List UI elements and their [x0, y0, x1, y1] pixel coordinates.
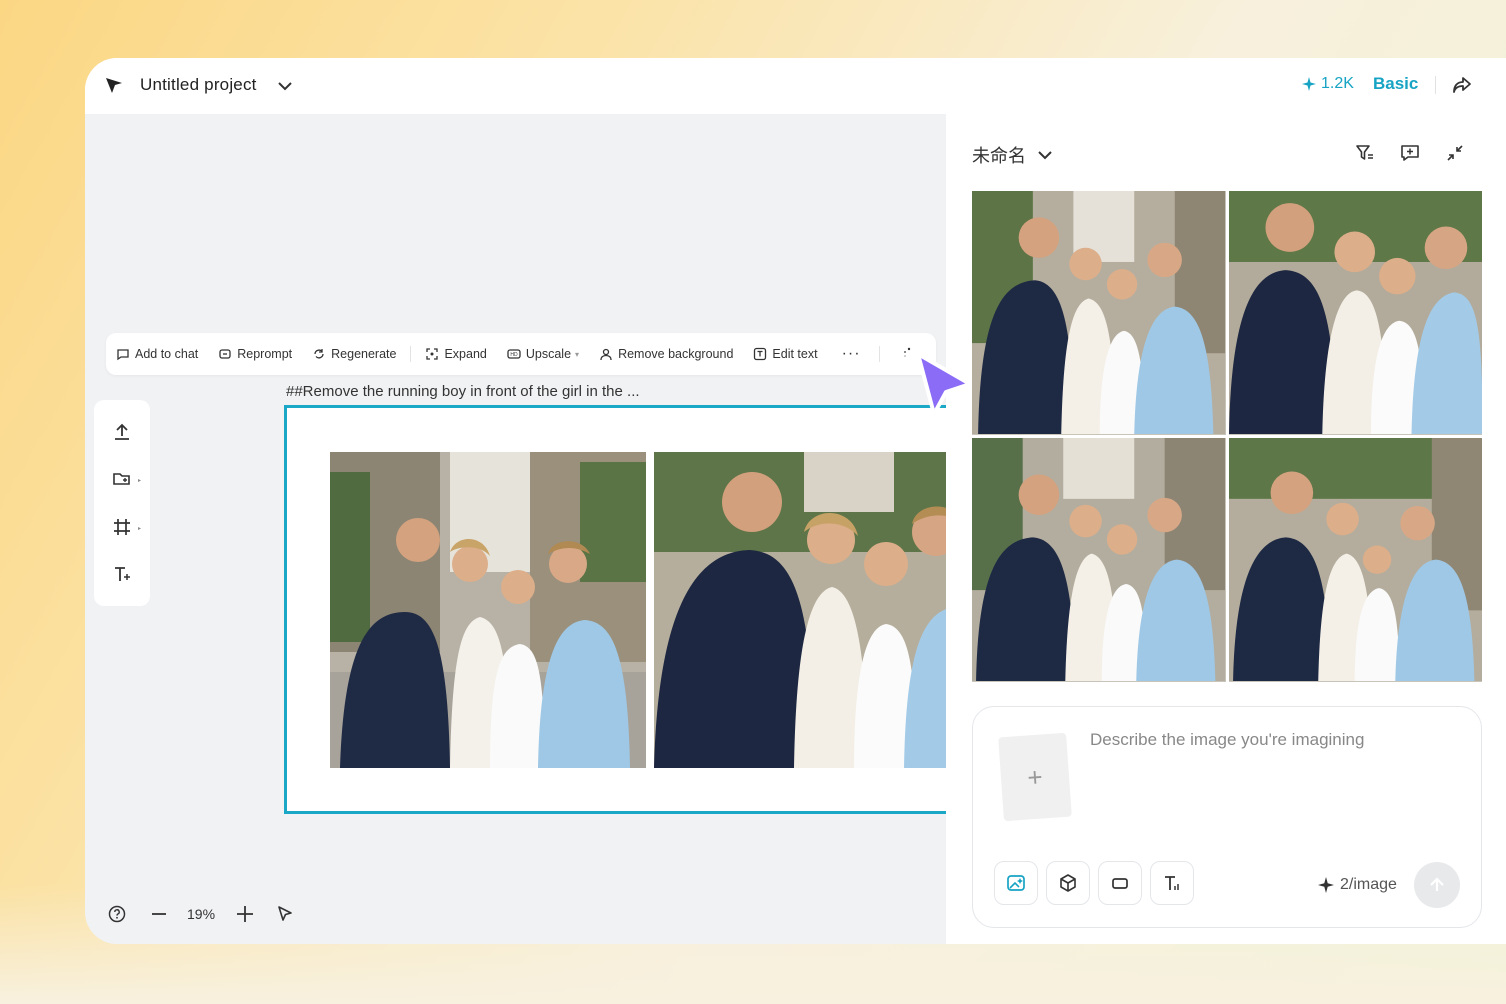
reprompt-button[interactable]: Reprompt	[208, 333, 302, 375]
upload-icon	[115, 423, 129, 440]
family-photo-image	[1228, 438, 1482, 682]
family-photo-image	[972, 191, 1226, 435]
plus-icon: +	[1026, 761, 1044, 792]
aspect-ratio-icon	[1112, 878, 1128, 889]
caret-right-icon: ▸	[137, 478, 141, 485]
filter-icon[interactable]	[1354, 142, 1376, 164]
frame-button[interactable]: ▸	[107, 512, 141, 542]
frame-icon	[114, 518, 130, 535]
zoom-out-icon[interactable]	[149, 904, 169, 924]
generated-image-2[interactable]	[1228, 191, 1482, 435]
sparkle-icon	[1318, 877, 1334, 893]
cube-icon	[1060, 874, 1076, 892]
upscale-button[interactable]: HD Upscale ▾	[497, 333, 589, 375]
panel-actions	[1354, 142, 1466, 164]
cursor-pointer-icon	[916, 352, 972, 416]
edit-text-label: Edit text	[772, 347, 818, 361]
family-photo-image	[1228, 191, 1482, 435]
chat-add-icon	[117, 349, 129, 361]
share-icon[interactable]	[1451, 74, 1473, 96]
family-photo-image	[654, 452, 970, 768]
toolbar-divider	[878, 346, 880, 362]
caret-down-icon: ▾	[575, 349, 580, 359]
caret-right-icon: ▸	[137, 525, 141, 532]
sparkle-icon	[1302, 77, 1316, 91]
remove-background-button[interactable]: Remove background	[589, 333, 743, 375]
logo-icon[interactable]	[103, 74, 125, 96]
generated-image-4[interactable]	[1228, 438, 1482, 682]
person-icon	[600, 348, 612, 361]
text-style-icon	[1165, 876, 1179, 890]
canvas-frame[interactable]	[284, 405, 970, 814]
send-button[interactable]	[1414, 862, 1460, 908]
credits-count: 1.2K	[1321, 75, 1354, 92]
toolbar-divider	[410, 346, 412, 362]
reprompt-icon	[219, 349, 231, 359]
prompt-composer: + Describe the image you're imagining 2/…	[972, 706, 1482, 928]
composer-tools	[994, 861, 1194, 905]
credits-badge[interactable]: 1.2K	[1302, 75, 1354, 93]
aspect-ratio-tool[interactable]	[1098, 861, 1142, 905]
app-window: Untitled project 1.2K Basic Add to chat …	[85, 58, 1506, 944]
plan-label[interactable]: Basic	[1373, 74, 1418, 94]
text-tool-button[interactable]	[107, 559, 137, 589]
project-title[interactable]: Untitled project	[140, 75, 257, 95]
regenerate-label: Regenerate	[331, 347, 397, 361]
hd-icon: HD	[507, 349, 521, 359]
add-to-chat-button[interactable]: Add to chat	[106, 333, 208, 375]
prompt-input[interactable]: Describe the image you're imagining	[1090, 730, 1364, 750]
panel-title: 未命名	[972, 146, 1026, 166]
generated-images-grid	[972, 191, 1482, 682]
text-style-tool[interactable]	[1150, 861, 1194, 905]
help-icon[interactable]	[107, 904, 127, 924]
add-image-button[interactable]: +	[998, 732, 1072, 822]
zoom-in-icon[interactable]	[235, 904, 255, 924]
folder-button[interactable]: ▸	[107, 464, 141, 494]
generated-image-3[interactable]	[972, 438, 1226, 682]
regenerate-icon	[314, 349, 324, 359]
panel-title-dropdown[interactable]: 未命名	[972, 142, 1054, 168]
canvas-image-2[interactable]	[654, 452, 970, 768]
remove-background-label: Remove background	[618, 347, 734, 361]
upload-button[interactable]	[107, 417, 137, 447]
folder-add-icon	[113, 473, 130, 486]
canvas-image-1[interactable]	[330, 452, 646, 768]
svg-text:HD: HD	[510, 352, 518, 358]
expand-button[interactable]: Expand	[415, 333, 496, 375]
more-options-button[interactable]: ···	[828, 345, 875, 363]
upscale-label: Upscale	[525, 347, 572, 361]
family-photo-image	[972, 438, 1226, 682]
collapse-icon[interactable]	[1444, 142, 1466, 164]
reprompt-label: Reprompt	[237, 347, 293, 361]
cost-label: 2/image	[1340, 876, 1397, 893]
chevron-down-icon	[1038, 151, 1052, 160]
expand-icon	[426, 348, 439, 360]
family-photo-image	[330, 452, 646, 768]
side-toolbar: ▸ ▸	[94, 400, 150, 606]
image-generate-tool[interactable]	[994, 861, 1038, 905]
image-action-toolbar: Add to chat Reprompt Regenerate Expand H…	[106, 333, 936, 375]
chat-panel: 未命名 + Describe the image you're imaginin…	[946, 114, 1506, 944]
edit-text-button[interactable]: Edit text	[743, 333, 827, 375]
new-chat-icon[interactable]	[1399, 142, 1421, 164]
image-sparkle-icon	[1007, 875, 1025, 891]
generated-image-1[interactable]	[972, 191, 1226, 435]
cost-indicator: 2/image	[1318, 876, 1397, 894]
pointer-icon[interactable]	[275, 904, 295, 924]
top-bar: Untitled project 1.2K Basic	[85, 58, 1506, 114]
expand-label: Expand	[444, 347, 487, 361]
prompt-label[interactable]: ##Remove the running boy in front of the…	[286, 383, 640, 400]
text-box-icon	[754, 347, 767, 361]
add-to-chat-label: Add to chat	[135, 347, 199, 361]
text-add-icon	[115, 567, 130, 582]
divider	[1435, 76, 1436, 94]
zoom-level: 19%	[187, 906, 216, 922]
3d-model-tool[interactable]	[1046, 861, 1090, 905]
canvas-bottom-bar: 19%	[107, 904, 295, 924]
chevron-down-icon[interactable]	[275, 76, 295, 96]
arrow-up-icon	[1430, 877, 1444, 891]
regenerate-button[interactable]: Regenerate	[302, 333, 406, 375]
